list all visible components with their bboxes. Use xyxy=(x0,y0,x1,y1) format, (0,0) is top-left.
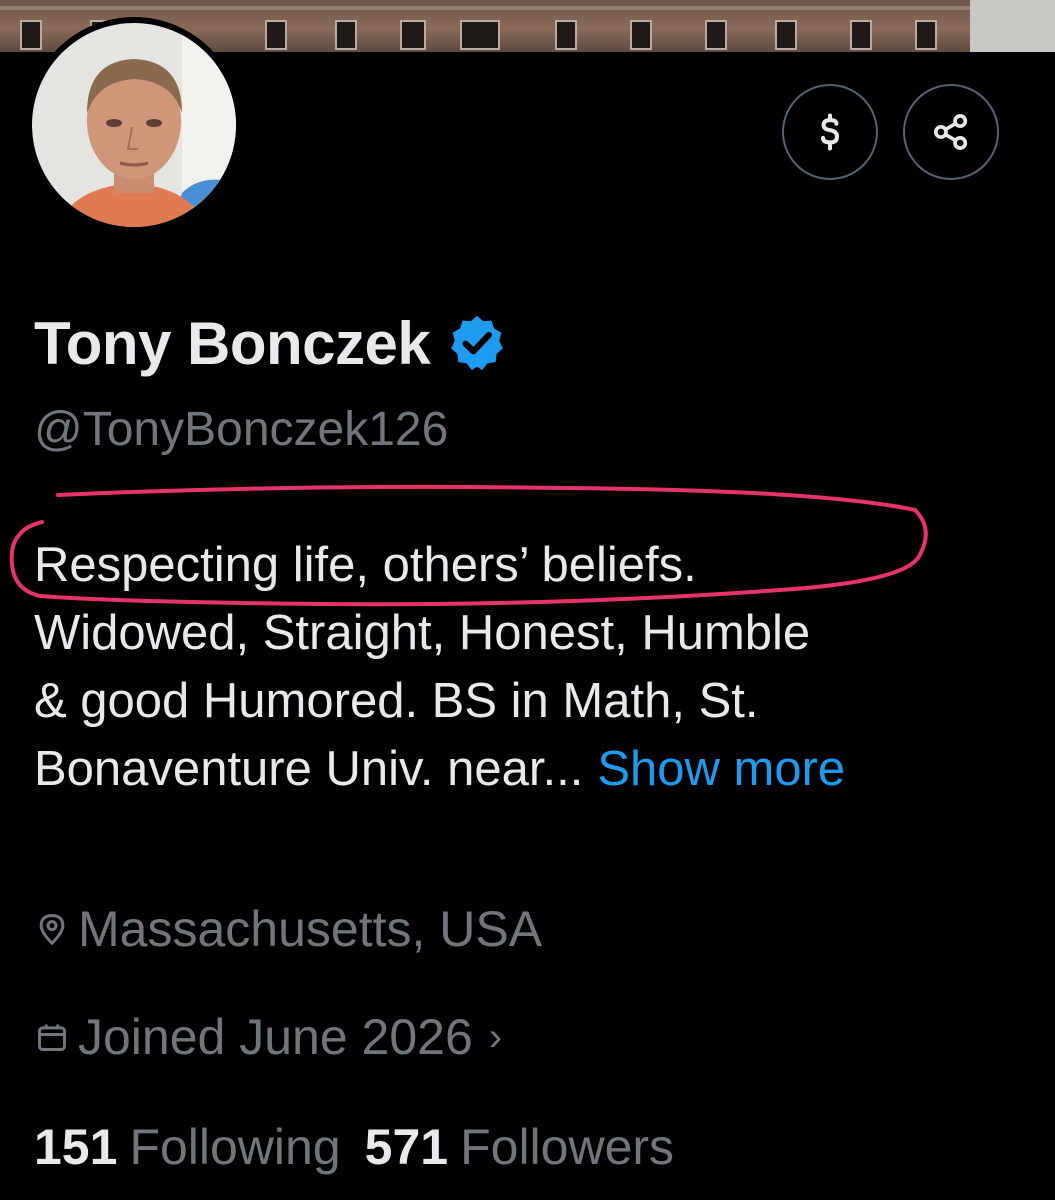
banner-window xyxy=(630,20,652,50)
avatar-photo xyxy=(32,23,236,227)
banner-sky xyxy=(970,0,1055,52)
user-handle: @TonyBonczek126 xyxy=(34,403,449,456)
bio-line-last: Bonaventure Univ. near... Show more xyxy=(34,724,1034,814)
profile-bio: Respecting life, others’ beliefs. Widowe… xyxy=(34,520,1034,814)
following-label: Following xyxy=(129,1119,341,1175)
followers-count: 571 xyxy=(364,1119,449,1175)
tip-button[interactable] xyxy=(782,84,878,180)
joined-row[interactable]: Joined June 2026 › xyxy=(32,1008,502,1066)
banner-window xyxy=(775,20,797,50)
banner-window xyxy=(555,20,577,50)
location-pin-icon xyxy=(39,914,65,946)
display-name-row: Tony Bonczek xyxy=(34,308,508,378)
calendar-icon xyxy=(38,1024,66,1051)
follow-stats: 151 Following 571 Followers xyxy=(34,1118,698,1176)
bio-line: Bonaventure Univ. near... xyxy=(34,742,584,796)
followers-link[interactable]: 571 Followers xyxy=(365,1118,674,1176)
share-icon xyxy=(933,114,968,150)
show-more-link[interactable]: Show more xyxy=(597,742,845,796)
banner-window xyxy=(335,20,357,50)
joined-text: Joined June 2026 xyxy=(78,1009,473,1065)
following-link[interactable]: 151 Following xyxy=(34,1118,341,1176)
banner-window xyxy=(400,20,426,50)
chevron-right-icon: › xyxy=(488,1014,503,1059)
banner-window xyxy=(265,20,287,50)
verified-badge-icon[interactable] xyxy=(446,312,508,374)
banner-window xyxy=(705,20,727,50)
banner-detail xyxy=(0,6,1055,10)
banner-door xyxy=(460,20,500,50)
display-name: Tony Bonczek xyxy=(34,309,431,377)
following-count: 151 xyxy=(34,1119,118,1175)
followers-label: Followers xyxy=(460,1119,675,1175)
share-button[interactable] xyxy=(903,84,999,180)
banner-window xyxy=(915,20,937,50)
banner-window xyxy=(850,20,872,50)
banner-window xyxy=(20,20,42,50)
location-row: Massachusetts, USA xyxy=(32,900,542,958)
dollar-icon xyxy=(821,113,839,151)
avatar[interactable] xyxy=(32,23,236,227)
location-text: Massachusetts, USA xyxy=(78,901,543,957)
